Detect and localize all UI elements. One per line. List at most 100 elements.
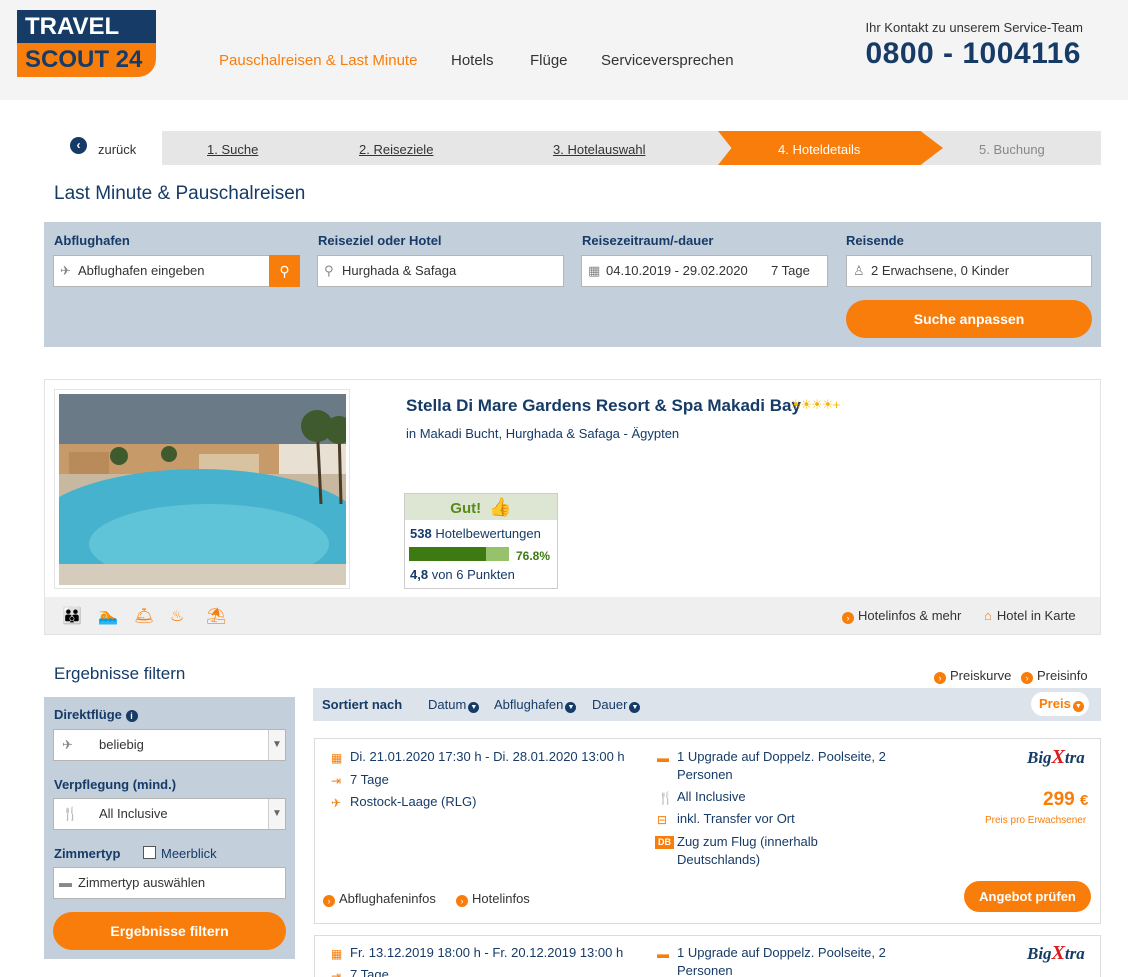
offer-hotel-info-link[interactable]: › Hotelinfos [456,891,530,907]
price-info-link[interactable]: › Preisinfo [1021,668,1088,684]
travelers-label: Reisende [846,233,904,248]
sort-dauer[interactable]: Dauer ▼ [592,697,641,713]
departure-search-button[interactable]: ⚲ [269,255,300,287]
airport-info-label: Abflughafeninfos [339,891,436,906]
direct-flights-select[interactable]: ✈ beliebig ▼ [53,729,286,761]
destination-input[interactable]: ⚲ Hurghada & Safaga [317,255,564,287]
sort-datum[interactable]: Datum ▼ [428,697,480,713]
price-curve-link[interactable]: › Preiskurve [934,668,1011,684]
sort-preis-label: Preis [1039,696,1071,711]
arrow-right-icon: › [1021,672,1033,684]
rating-score-line: 4,8 von 6 Punkten [410,567,515,582]
nav-serviceversprechen[interactable]: Serviceversprechen [601,52,734,69]
travelers-input[interactable]: ♙ 2 Erwachsene, 0 Kinder [846,255,1092,287]
travelscout-logo[interactable]: TRAVEL SCOUT 24 [17,10,156,77]
price-info-label: Preisinfo [1037,668,1088,683]
hotel-photo[interactable] [54,389,350,589]
db-train-icon: DB [655,836,674,849]
board-value: All Inclusive [99,806,168,821]
offer-dates: Fr. 13.12.2019 18:00 h - Fr. 20.12.2019 … [350,945,624,960]
calendar-icon: ▦ [588,263,601,278]
nav-pauschalreisen[interactable]: Pauschalreisen & Last Minute [219,52,417,69]
travelers-value: 2 Erwachsene, 0 Kinder [871,263,1010,278]
plane-icon: ✈ [60,263,71,278]
duration-value: 7 Tage [771,263,810,278]
room-type-input[interactable]: ▬ Zimmertyp auswählen [53,867,286,899]
check-offer-button[interactable]: Angebot prüfen [964,881,1091,912]
hotel-name[interactable]: Stella Di Mare Gardens Resort & Spa Maka… [406,396,801,416]
hotel-info-label: Hotelinfos & mehr [858,608,962,623]
nav-fluege[interactable]: Flüge [530,52,568,69]
chevron-down-icon: ▼ [268,730,285,760]
duration-icon: ⇥ [331,774,342,788]
room-type-placeholder: Zimmertyp auswählen [78,875,206,890]
back-arrow-icon[interactable]: ‹ [70,137,87,154]
cutlery-icon: 🍴 [62,806,79,821]
rating-word: Gut! [450,500,482,517]
bus-icon: ⊟ [657,813,668,827]
contact-phone[interactable]: 0800 - 1004116 [865,37,1081,71]
arrow-right-icon: › [842,612,854,624]
nav-hotels[interactable]: Hotels [451,52,494,69]
review-count: 538 [410,526,432,541]
room-type-label: Zimmertyp [54,846,121,861]
calendar-icon: ▦ [331,751,343,765]
seaview-label[interactable]: Meerblick [161,846,217,861]
back-link[interactable]: zurück [98,142,136,157]
chevron-down-icon: ▼ [1072,701,1084,712]
duration-icon: ⇥ [331,969,342,977]
rating-score-suffix: von 6 Punkten [431,567,515,582]
step-hoteldetails: 4. Hoteldetails [778,142,861,157]
direct-flights-value: beliebig [99,737,144,752]
destination-value: Hurghada & Safaga [342,263,457,278]
map-icon: ⌂ [984,608,992,623]
departure-input[interactable]: ✈ Abflughafen eingeben [53,255,270,287]
filter-results-button[interactable]: Ergebnisse filtern [53,912,286,950]
thumbs-up-icon: 👍 [489,497,512,517]
step-suche[interactable]: 1. Suche [207,142,258,157]
swim-icon: 🏊 [98,608,118,625]
offer-duration: 7 Tage [350,967,389,977]
airport-info-link[interactable]: › Abflughafeninfos [323,891,436,907]
plane-icon: ✈ [331,796,342,810]
offer-transfer: inkl. Transfer vor Ort [677,811,795,826]
sort-abflughafen[interactable]: Abflughafen ▼ [494,697,577,713]
chevron-down-icon: ▼ [468,702,480,713]
destination-label: Reiseziel oder Hotel [318,233,442,248]
sort-preis[interactable]: Preis ▼ [1031,692,1089,716]
plane-icon: ✈ [62,737,73,752]
rating-header: Gut! 👍 [405,494,557,520]
offer-room: 1 Upgrade auf Doppelz. Poolseite, 2 Pers… [677,749,886,782]
family-icon: 👪 [62,608,82,625]
filter-title: Ergebnisse filtern [54,664,186,683]
bed-icon: ▬ [59,875,72,890]
person-icon: ♙ [853,263,865,278]
info-icon[interactable]: i [125,710,138,722]
price-curve-label: Preiskurve [950,668,1012,683]
hotel-map-link[interactable]: ⌂ Hotel in Karte [984,608,1076,623]
bigxtra-logo: BigXtra [1027,746,1085,768]
contact-label: Ihr Kontakt zu unserem Service-Team [865,20,1083,35]
departure-placeholder: Abflughafen eingeben [78,263,205,278]
offer-dates: Di. 21.01.2020 17:30 h - Di. 28.01.2020 … [350,749,625,764]
chevron-down-icon: ▼ [629,702,641,713]
step-hotelauswahl[interactable]: 3. Hotelauswahl [553,142,646,157]
hotel-info-link[interactable]: › Hotelinfos & mehr [842,608,961,624]
board-select[interactable]: 🍴 All Inclusive ▼ [53,798,286,830]
review-label: Hotelbewertungen [435,526,541,541]
logo-line-2: SCOUT 24 [17,43,156,77]
chevron-down-icon: ▼ [268,799,285,829]
seaview-checkbox[interactable] [143,846,156,859]
dates-input[interactable]: ▦ 04.10.2019 - 29.02.2020 7 Tage [581,255,828,287]
spa-icon: ♨ [170,608,185,625]
board-label: Verpflegung (mind.) [54,777,177,792]
offer-price: 299 € [1043,789,1088,811]
page-title: Last Minute & Pauschalreisen [54,183,306,204]
location-pin-icon: ⚲ [324,263,334,278]
bed-icon: ▬ [657,751,669,765]
direct-flights-label: Direktflüge i [54,707,138,722]
bigxtra-logo: BigXtra [1027,942,1085,964]
step-reiseziele[interactable]: 2. Reiseziele [359,142,433,157]
rating-score: 4,8 [410,567,429,582]
adjust-search-button[interactable]: Suche anpassen [846,300,1092,338]
